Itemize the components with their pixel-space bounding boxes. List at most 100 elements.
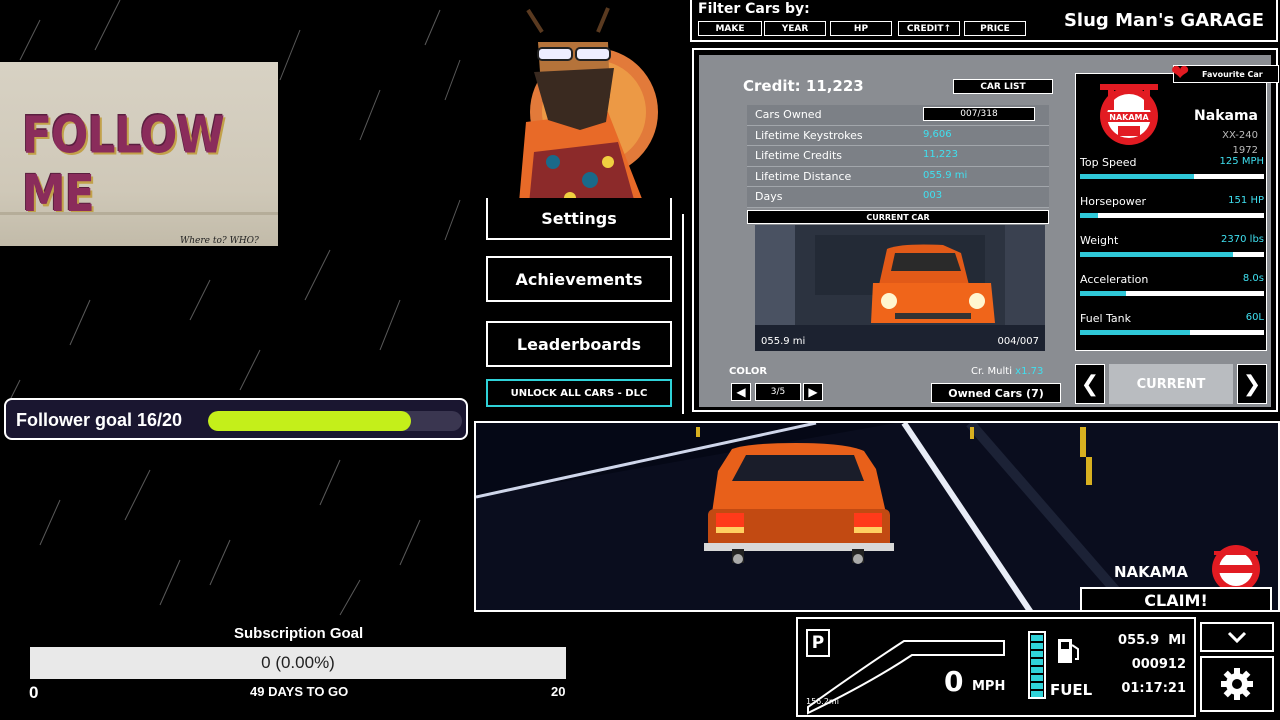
garage-title: Slug Man's GARAGE (1063, 10, 1264, 31)
fuel-pump-icon (1058, 639, 1079, 663)
car-year: 1972 (1232, 145, 1258, 156)
streamer-avatar (518, 7, 658, 214)
heart-icon[interactable]: ❤ (1171, 61, 1189, 86)
garage-inner: Credit: 11,223 CAR LIST Cars Owned 007/3… (699, 55, 1279, 407)
wall-seam (0, 212, 278, 215)
stat-row: Lifetime Credits 11,223 (747, 146, 1049, 167)
fuel-label: FUEL (1050, 681, 1093, 699)
stat-row: Cars Owned 007/318 (747, 105, 1049, 126)
subscription-days-left: 49 DAYS TO GO (250, 684, 349, 699)
color-label: COLOR (729, 366, 768, 377)
fuel-segment (1031, 659, 1043, 665)
collapse-button[interactable] (1200, 622, 1274, 652)
owned-cars-button[interactable]: Owned Cars (7) (931, 383, 1061, 403)
stat-value: 11,223 (923, 149, 958, 160)
filter-year-button[interactable]: YEAR (764, 21, 826, 36)
logo-text: NAKAMA (1109, 113, 1149, 122)
claim-brand-label: NAKAMA (1114, 563, 1188, 581)
next-car-button[interactable]: ❯ (1237, 364, 1267, 404)
stat-value: 007/318 (923, 107, 1035, 121)
garage-panel: Credit: 11,223 CAR LIST Cars Owned 007/3… (692, 48, 1279, 412)
settings-gear-button[interactable] (1200, 656, 1274, 712)
follow-me-photo: FOLLOW ME Where to? WHO? (0, 62, 278, 246)
prev-car-button[interactable]: ❮ (1075, 364, 1105, 404)
fuel-gauge (1028, 631, 1046, 699)
subscription-goal-min: 0 (29, 683, 39, 702)
spec-value: 151 HP (1228, 195, 1264, 206)
car-brand: Nakama (1194, 108, 1258, 124)
current-car-button[interactable]: CURRENT (1109, 364, 1233, 404)
subscription-goal-value: 0 (0.00%) (261, 653, 335, 672)
color-next-button[interactable]: ▶ (803, 383, 823, 401)
game-menu: Settings Achievements Leaderboards UNLOC… (474, 198, 684, 414)
car-preview: 055.9 mi 004/007 (755, 225, 1045, 351)
favourite-label: Favourite Car (1202, 69, 1263, 79)
spec-bar-fill (1080, 330, 1191, 335)
odometer-unit: MI (1168, 633, 1186, 648)
credit-multiplier: Cr. Multi x1.73 (971, 366, 1043, 377)
spec-acceleration: Acceleration 8.0s (1080, 273, 1264, 309)
driving-view: NAKAMA CLAIM! (474, 421, 1280, 612)
color-prev-button[interactable]: ◀ (731, 383, 751, 401)
spec-weight: Weight 2370 lbs (1080, 234, 1264, 270)
filter-price-button[interactable]: PRICE (964, 21, 1026, 36)
spec-bar (1080, 330, 1264, 335)
spec-value: 60L (1245, 312, 1264, 323)
unlock-dlc-button[interactable]: UNLOCK ALL CARS - DLC (486, 379, 672, 407)
settings-button[interactable]: Settings (486, 198, 672, 240)
road-scene (476, 423, 1278, 610)
car-list-button[interactable]: CAR LIST (953, 79, 1053, 94)
chevron-right-icon: ▶ (808, 385, 818, 399)
filter-hp-button[interactable]: HP (830, 21, 892, 36)
filter-make-button[interactable]: MAKE (698, 21, 762, 36)
fuel-segment (1031, 675, 1043, 681)
filter-bar: Filter Cars by: MAKE YEAR HP CREDIT↑ PRI… (690, 0, 1278, 42)
filter-credit-button[interactable]: CREDIT↑ (898, 21, 960, 36)
spec-bar-fill (1080, 174, 1195, 179)
subscription-goal-bar: 0 (0.00%) (30, 647, 566, 679)
stat-label: Days (755, 190, 783, 203)
trip-distance: 156.2mi (806, 697, 839, 706)
spec-label: Acceleration (1080, 273, 1149, 286)
car-front-image (755, 225, 1045, 351)
car-miles: 055.9 mi (761, 336, 806, 347)
session-time: 01:17:21 (1121, 681, 1186, 696)
follower-goal-fill (208, 411, 412, 431)
graffiti-text: FOLLOW ME (22, 106, 225, 224)
cr-multi-label: Cr. Multi (971, 366, 1012, 377)
color-counter: 3/5 (755, 383, 801, 401)
spec-label: Weight (1080, 234, 1119, 247)
fuel-segment (1031, 651, 1043, 657)
spec-bar (1080, 291, 1264, 296)
stat-label: Cars Owned (755, 108, 822, 121)
spec-label: Fuel Tank (1080, 312, 1131, 325)
fuel-segment (1031, 635, 1043, 641)
stat-label: Lifetime Distance (755, 169, 852, 183)
follower-goal-label: Follower goal 16/20 (16, 410, 183, 430)
chevron-left-icon: ❮ (1080, 371, 1100, 397)
spec-bar-fill (1080, 252, 1233, 257)
spec-label: Horsepower (1080, 195, 1147, 208)
fuel-segment (1031, 643, 1043, 649)
subscription-goal-max: 20 (551, 684, 566, 699)
achievements-button[interactable]: Achievements (486, 256, 672, 302)
credit-display: Credit: 11,223 (743, 77, 864, 95)
claim-button[interactable]: CLAIM! (1080, 587, 1272, 610)
leaderboards-button[interactable]: Leaderboards (486, 321, 672, 367)
stat-row: Lifetime Keystrokes 9,606 (747, 125, 1049, 146)
chevron-down-icon (1227, 631, 1247, 643)
fuel-segment (1031, 683, 1043, 689)
stat-row: Lifetime Distance 055.9 mi (747, 166, 1049, 187)
spec-value: 125 MPH (1219, 156, 1264, 167)
car-navigator: ❮ CURRENT ❯ (1075, 364, 1267, 404)
speed-unit: MPH (972, 679, 1006, 694)
car-model: XX-240 (1222, 130, 1258, 141)
chevron-left-icon: ◀ (736, 385, 746, 399)
car-specs-panel: NAKAMA Nakama XX-240 1972 Top Speed 125 … (1075, 73, 1267, 351)
fuel-segment (1031, 667, 1043, 673)
odometer-value: 055.9 (1118, 633, 1160, 648)
chevron-right-icon: ❯ (1242, 371, 1262, 397)
spec-bar-fill (1080, 291, 1126, 296)
spec-fuel-tank: Fuel Tank 60L (1080, 312, 1264, 348)
spec-bar-fill (1080, 213, 1099, 218)
